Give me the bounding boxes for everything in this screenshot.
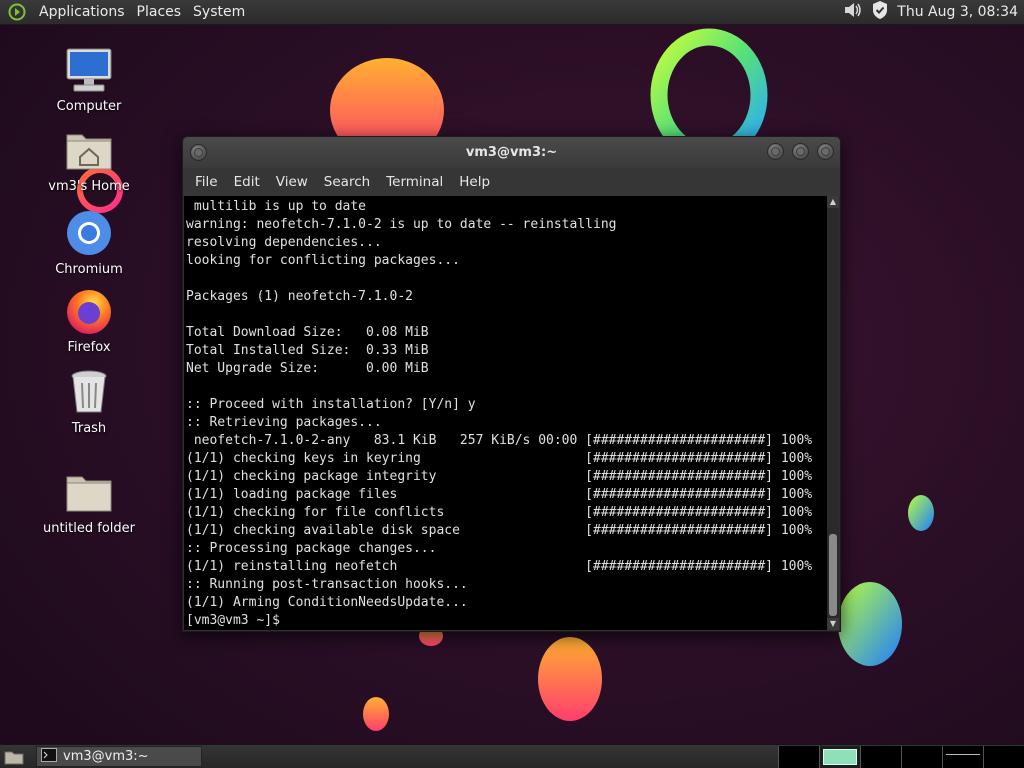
workspace-4[interactable]	[901, 745, 942, 768]
scroll-up-icon[interactable]: ▲	[827, 196, 839, 208]
desktop-icon-label: vm3's Home	[48, 179, 130, 194]
system-menu[interactable]: System	[187, 4, 251, 20]
firefox-icon	[64, 286, 114, 336]
menu-file[interactable]: File	[187, 174, 226, 190]
home-folder-icon	[64, 125, 114, 175]
terminal-line: Net Upgrade Size: 0.00 MiB	[186, 361, 429, 376]
places-menu[interactable]: Places	[131, 4, 188, 20]
system-tray: Thu Aug 3, 08:34	[843, 0, 1024, 24]
scroll-thumb[interactable]	[829, 534, 837, 616]
window-menu-button[interactable]	[190, 144, 207, 161]
close-button[interactable]	[817, 143, 834, 160]
terminal-line: resolving dependencies...	[186, 235, 382, 250]
chromium-icon	[64, 208, 114, 258]
menu-view[interactable]: View	[268, 174, 316, 190]
minimize-button[interactable]	[767, 143, 784, 160]
terminal-icon	[41, 747, 57, 766]
workspace-1[interactable]	[778, 745, 819, 768]
terminal-line: (1/1) loading package files [###########…	[186, 487, 813, 502]
terminal-line: (1/1) reinstalling neofetch [###########…	[186, 559, 813, 574]
desktop-icon-untitled-folder[interactable]: untitled folder	[34, 467, 144, 536]
menu-edit[interactable]: Edit	[226, 174, 268, 190]
workspace-2[interactable]	[819, 745, 860, 768]
terminal-line: Packages (1) neofetch-7.1.0-2	[186, 289, 413, 304]
terminal-line: neofetch-7.1.0-2-any 83.1 KiB 257 KiB/s …	[186, 433, 813, 448]
clock[interactable]: Thu Aug 3, 08:34	[897, 4, 1018, 20]
shield-check-icon[interactable]	[871, 0, 889, 24]
scroll-down-icon[interactable]: ▼	[827, 618, 839, 630]
terminal-line: (1/1) checking keys in keyring [########…	[186, 451, 813, 466]
terminal-line: :: Running post-transaction hooks...	[186, 577, 468, 592]
desktop-icon-home[interactable]: vm3's Home	[34, 125, 144, 194]
terminal-line: looking for conflicting packages...	[186, 253, 460, 268]
workspace-3[interactable]	[860, 745, 901, 768]
terminal-line: (1/1) checking available disk space [###…	[186, 523, 813, 538]
applications-menu[interactable]: Applications	[33, 4, 131, 20]
workspace-6[interactable]	[983, 745, 1024, 768]
distro-logo-icon[interactable]	[7, 2, 27, 22]
terminal-line: (1/1) checking for file conflicts [#####…	[186, 505, 813, 520]
terminal-line: :: Processing package changes...	[186, 541, 437, 556]
desktop-icon-label: Firefox	[67, 340, 111, 355]
terminal-line: warning: neofetch-7.1.0-2 is up to date …	[186, 217, 617, 232]
menu-help[interactable]: Help	[451, 174, 498, 190]
desktop-icon-trash[interactable]: Trash	[34, 367, 144, 436]
terminal-scrollbar[interactable]: ▲ ▼	[827, 196, 839, 630]
computer-icon	[64, 45, 114, 95]
desktop-icon-label: Trash	[71, 421, 107, 436]
desktop-icon-firefox[interactable]: Firefox	[34, 286, 144, 355]
terminal-line: :: Proceed with installation? [Y/n] y	[186, 397, 476, 412]
menu-terminal[interactable]: Terminal	[378, 174, 451, 190]
workspace-5[interactable]	[942, 745, 983, 768]
desktop-icon-label: untitled folder	[42, 521, 135, 536]
workspace-switcher	[778, 745, 1024, 768]
terminal-body[interactable]: multilib is up to date warning: neofetch-…	[184, 196, 839, 630]
terminal-line: :: Retrieving packages...	[186, 415, 382, 430]
menu-search[interactable]: Search	[316, 174, 378, 190]
terminal-line: multilib is up to date	[186, 199, 367, 214]
show-desktop-icon[interactable]	[2, 746, 26, 768]
maximize-button[interactable]	[792, 143, 809, 160]
desktop-icon-computer[interactable]: Computer	[34, 45, 144, 114]
terminal-line: (1/1) checking package integrity [######…	[186, 469, 813, 484]
top-panel: Applications Places System Thu Aug 3, 08…	[0, 0, 1024, 25]
terminal-line: Total Download Size: 0.08 MiB	[186, 325, 429, 340]
bottom-panel: vm3@vm3:~	[0, 744, 1024, 768]
terminal-line: (1/1) Arming ConditionNeedsUpdate...	[186, 595, 468, 610]
desktop-icon-label: Chromium	[55, 262, 123, 277]
terminal-window[interactable]: vm3@vm3:~ File Edit View Search Terminal…	[182, 136, 841, 632]
terminal-menu-bar: File Edit View Search Terminal Help	[183, 168, 840, 196]
taskbar-terminal-button[interactable]: vm3@vm3:~	[36, 746, 202, 767]
taskbar-label: vm3@vm3:~	[63, 749, 149, 764]
terminal-line: [vm3@vm3 ~]$	[186, 613, 288, 628]
desktop-icon-label: Computer	[56, 99, 122, 114]
desktop-icon-chromium[interactable]: Chromium	[34, 208, 144, 277]
trash-icon	[64, 367, 114, 417]
terminal-output[interactable]: multilib is up to date warning: neofetch-…	[186, 198, 829, 630]
terminal-line: Total Installed Size: 0.33 MiB	[186, 343, 429, 358]
title-bar[interactable]: vm3@vm3:~	[183, 137, 840, 168]
window-title: vm3@vm3:~	[465, 145, 558, 160]
folder-icon	[64, 467, 114, 517]
volume-icon[interactable]	[843, 1, 863, 23]
